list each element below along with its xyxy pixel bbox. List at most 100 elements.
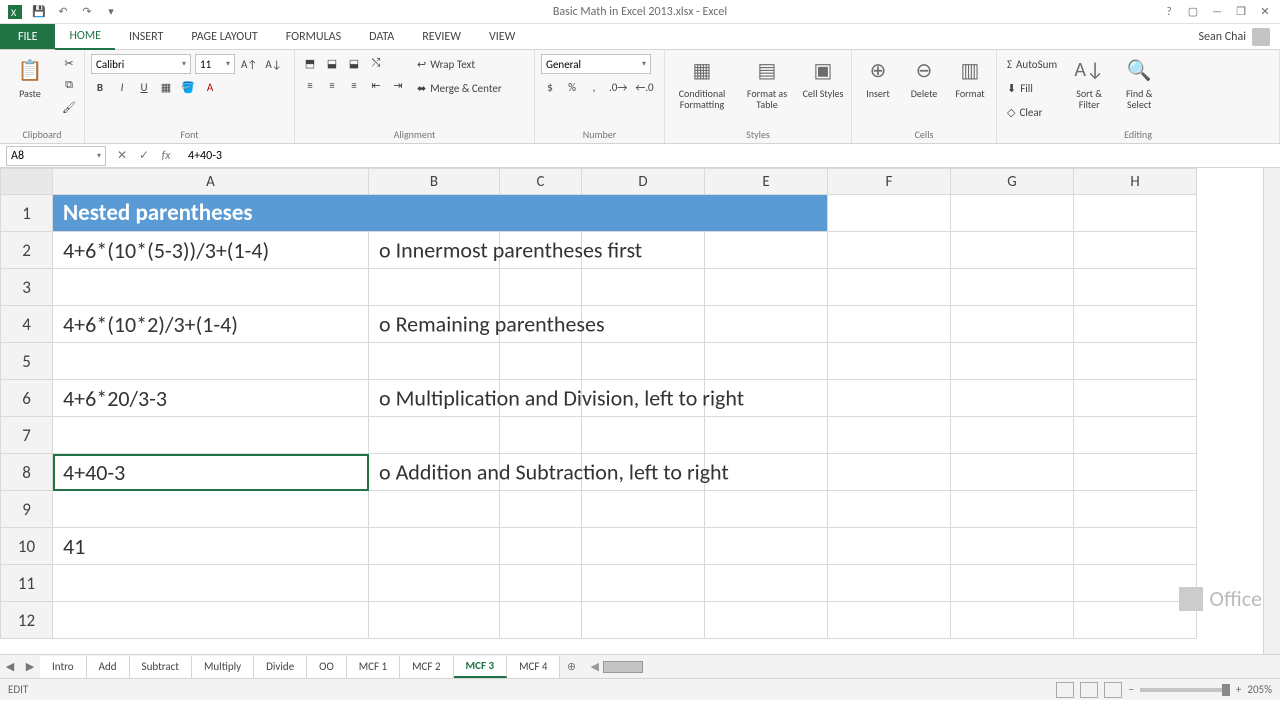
cell-A7[interactable] — [53, 417, 369, 454]
cell-A5[interactable] — [53, 343, 369, 380]
column-header-C[interactable]: C — [500, 169, 582, 195]
cell-A2[interactable]: 4+6*(10*(5-3))/3+(1-4) — [53, 232, 369, 269]
close-icon[interactable]: ✕ — [1254, 1, 1276, 23]
cell-A8[interactable]: 4+40-3 — [53, 454, 369, 491]
zoom-in-icon[interactable]: + — [1236, 683, 1241, 696]
column-header-H[interactable]: H — [1074, 169, 1197, 195]
tab-data[interactable]: DATA — [355, 24, 408, 49]
cell-F8[interactable] — [828, 454, 951, 491]
number-format-combo[interactable]: General▾ — [541, 54, 651, 74]
row-header-7[interactable]: 7 — [1, 417, 53, 454]
cell-F7[interactable] — [828, 417, 951, 454]
sheet-tab-add[interactable]: Add — [87, 656, 130, 678]
tab-page-layout[interactable]: PAGE LAYOUT — [177, 24, 271, 49]
cell-D10[interactable] — [582, 528, 705, 565]
ribbon-options-icon[interactable]: ▢ — [1182, 1, 1204, 23]
minimize-icon[interactable]: — — [1206, 1, 1228, 23]
row-header-9[interactable]: 9 — [1, 491, 53, 528]
cell-B8[interactable]: o Addition and Subtraction, left to righ… — [369, 454, 500, 491]
vertical-scrollbar[interactable] — [1263, 168, 1280, 654]
insert-cells-button[interactable]: ⊕Insert — [858, 54, 898, 99]
cell-G1[interactable] — [951, 195, 1074, 232]
cell-E7[interactable] — [705, 417, 828, 454]
increase-font-icon[interactable]: A↑ — [239, 55, 259, 73]
sheet-nav-next-icon[interactable]: ▶ — [20, 657, 40, 677]
sheet-tab-mcf-1[interactable]: MCF 1 — [347, 656, 400, 678]
column-header-B[interactable]: B — [369, 169, 500, 195]
cell-H8[interactable] — [1074, 454, 1197, 491]
zoom-out-icon[interactable]: − — [1128, 683, 1133, 696]
cell-G2[interactable] — [951, 232, 1074, 269]
cell-A4[interactable]: 4+6*(10*2)/3+(1-4) — [53, 306, 369, 343]
sheet-tab-subtract[interactable]: Subtract — [130, 656, 192, 678]
cell-C10[interactable] — [500, 528, 582, 565]
paste-button[interactable]: 📋 Paste — [6, 54, 54, 99]
cell-F5[interactable] — [828, 343, 951, 380]
increase-indent-icon[interactable]: ⇥ — [389, 76, 407, 94]
align-right-icon[interactable]: ≡ — [345, 76, 363, 94]
cell-G12[interactable] — [951, 602, 1074, 639]
qat-customize-icon[interactable]: ▾ — [100, 1, 122, 23]
orientation-icon[interactable]: ⤭ — [367, 54, 385, 72]
cell-E12[interactable] — [705, 602, 828, 639]
italic-button[interactable]: I — [113, 78, 131, 96]
cell-E9[interactable] — [705, 491, 828, 528]
cell-D3[interactable] — [582, 269, 705, 306]
cell-C5[interactable] — [500, 343, 582, 380]
decrease-indent-icon[interactable]: ⇤ — [367, 76, 385, 94]
cell-B11[interactable] — [369, 565, 500, 602]
align-middle-icon[interactable]: ⬓ — [323, 54, 341, 72]
cell-H4[interactable] — [1074, 306, 1197, 343]
align-top-icon[interactable]: ⬒ — [301, 54, 319, 72]
help-icon[interactable]: ? — [1158, 1, 1180, 23]
cell-H3[interactable] — [1074, 269, 1197, 306]
cell-G9[interactable] — [951, 491, 1074, 528]
cell-C7[interactable] — [500, 417, 582, 454]
tab-file[interactable]: FILE — [0, 24, 55, 49]
percent-icon[interactable]: % — [563, 78, 581, 96]
cell-H1[interactable] — [1074, 195, 1197, 232]
name-box[interactable]: A8▾ — [6, 146, 106, 166]
zoom-slider[interactable] — [1140, 688, 1230, 692]
cell-B3[interactable] — [369, 269, 500, 306]
cell-B12[interactable] — [369, 602, 500, 639]
enter-formula-icon[interactable]: ✓ — [134, 146, 154, 166]
cell-styles-button[interactable]: ▣Cell Styles — [801, 54, 845, 99]
cell-E2[interactable] — [705, 232, 828, 269]
cell-D12[interactable] — [582, 602, 705, 639]
column-header-F[interactable]: F — [828, 169, 951, 195]
column-header-D[interactable]: D — [582, 169, 705, 195]
redo-icon[interactable]: ↷ — [76, 1, 98, 23]
sheet-nav-prev-icon[interactable]: ◀ — [0, 657, 20, 677]
cell-H11[interactable] — [1074, 565, 1197, 602]
cell-F9[interactable] — [828, 491, 951, 528]
cell-E10[interactable] — [705, 528, 828, 565]
row-header-2[interactable]: 2 — [1, 232, 53, 269]
clear-button[interactable]: ◇Clear — [1003, 102, 1061, 122]
cell-F4[interactable] — [828, 306, 951, 343]
formula-input[interactable]: 4+40-3 — [182, 146, 1280, 166]
row-header-10[interactable]: 10 — [1, 528, 53, 565]
find-select-button[interactable]: 🔍Find & Select — [1117, 54, 1161, 110]
cell-G3[interactable] — [951, 269, 1074, 306]
sheet-tab-divide[interactable]: Divide — [254, 656, 307, 678]
format-as-table-button[interactable]: ▤Format as Table — [739, 54, 795, 110]
cell-B9[interactable] — [369, 491, 500, 528]
cell-D11[interactable] — [582, 565, 705, 602]
cell-C11[interactable] — [500, 565, 582, 602]
row-header-1[interactable]: 1 — [1, 195, 53, 232]
column-header-E[interactable]: E — [705, 169, 828, 195]
column-header-G[interactable]: G — [951, 169, 1074, 195]
new-sheet-button[interactable]: ⊕ — [560, 660, 582, 673]
comma-icon[interactable]: , — [585, 78, 603, 96]
increase-decimal-icon[interactable]: .0→ — [607, 78, 629, 96]
cell-B4[interactable]: o Remaining parentheses — [369, 306, 500, 343]
borders-icon[interactable]: ▦ — [157, 78, 175, 96]
cell-G5[interactable] — [951, 343, 1074, 380]
align-left-icon[interactable]: ≡ — [301, 76, 319, 94]
row-header-12[interactable]: 12 — [1, 602, 53, 639]
select-all-corner[interactable] — [1, 169, 53, 195]
cell-A9[interactable] — [53, 491, 369, 528]
cell-A12[interactable] — [53, 602, 369, 639]
cell-F1[interactable] — [828, 195, 951, 232]
